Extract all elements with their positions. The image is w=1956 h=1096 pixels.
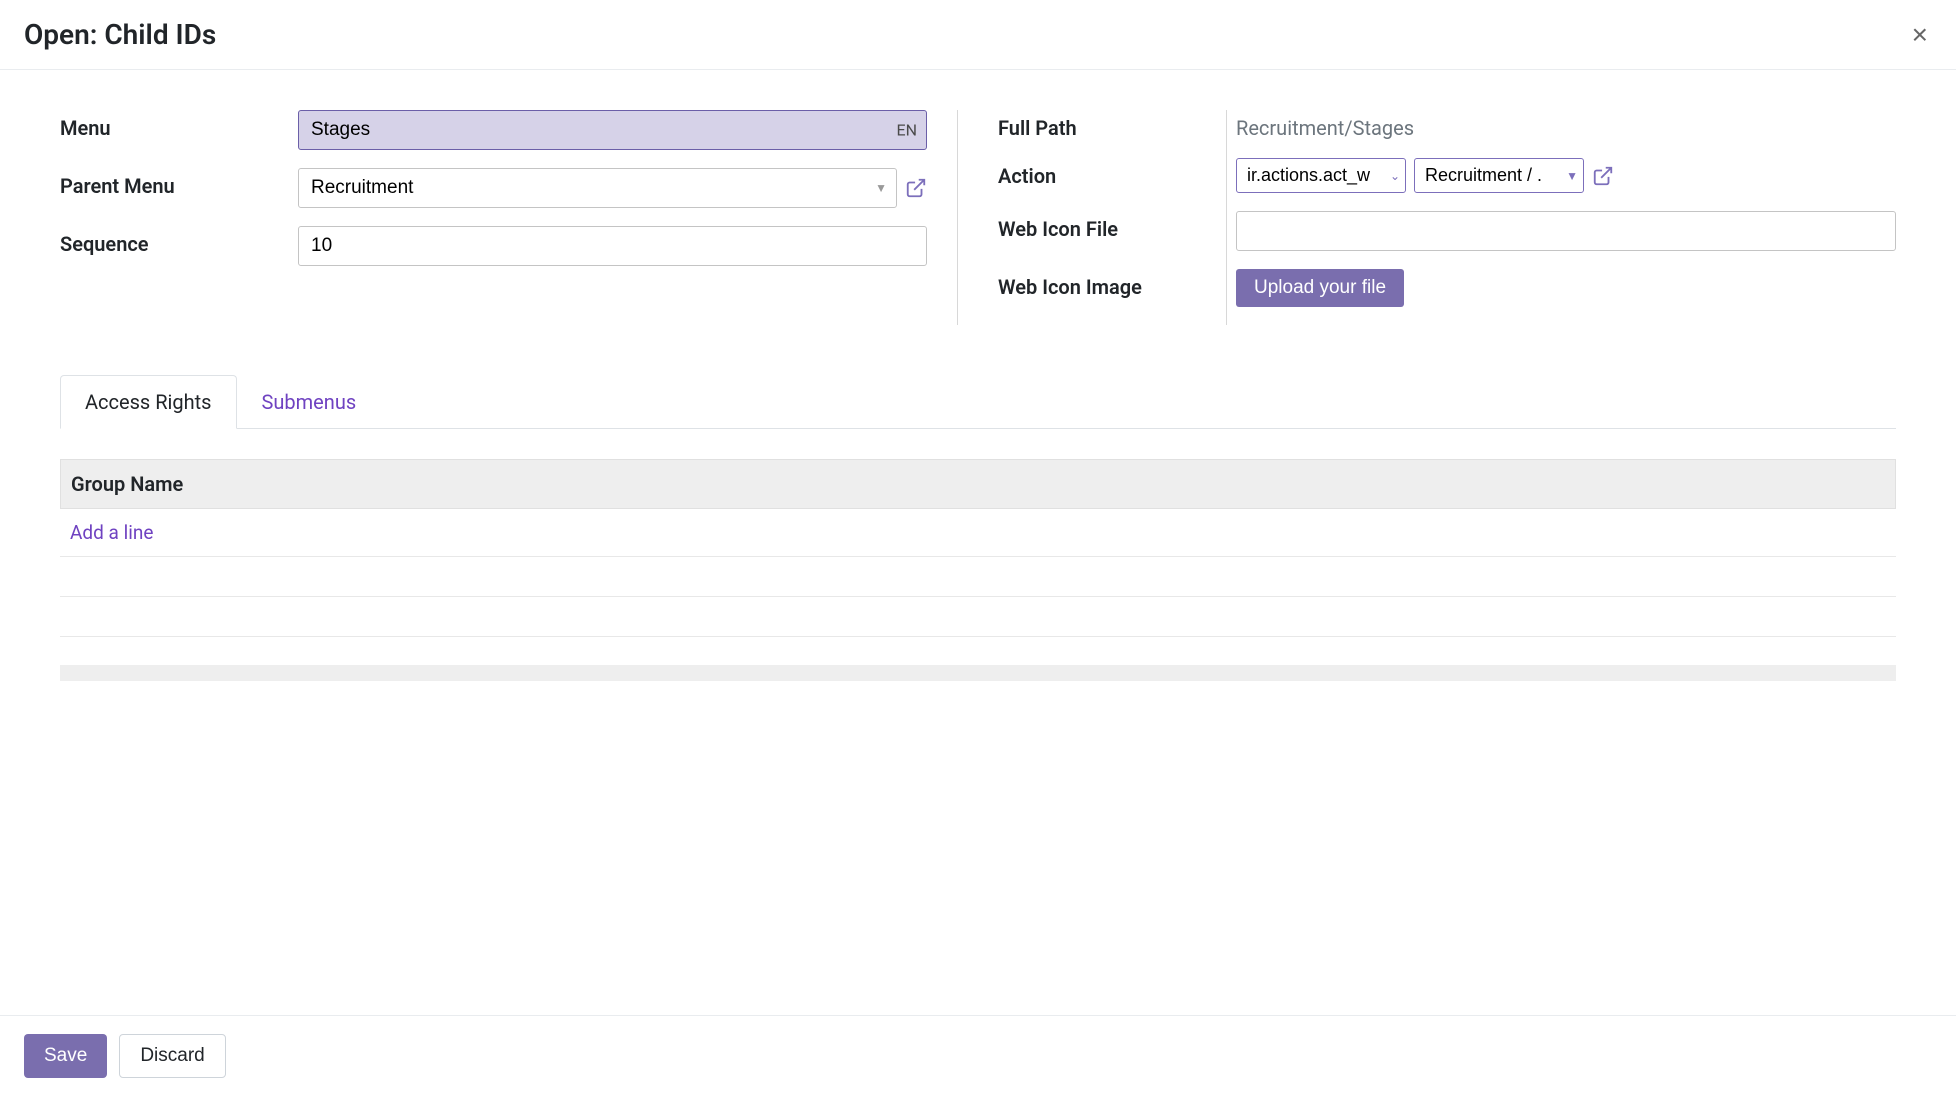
table-row — [60, 557, 1896, 597]
web-icon-image-label: Web Icon Image — [998, 269, 1236, 299]
action-type-select[interactable] — [1236, 158, 1406, 193]
divider — [1226, 110, 1227, 325]
web-icon-file-input[interactable] — [1236, 211, 1896, 251]
close-button[interactable]: × — [1908, 21, 1932, 49]
parent-menu-external-link[interactable] — [905, 177, 927, 199]
column-spacer — [1837, 472, 1885, 496]
action-value-select[interactable] — [1414, 158, 1584, 193]
tab-access-rights[interactable]: Access Rights — [60, 375, 237, 429]
action-external-link[interactable] — [1592, 165, 1614, 187]
full-path-value: Recruitment/Stages — [1236, 110, 1414, 140]
tabs: Access Rights Submenus — [60, 375, 1896, 429]
form-row-full-path: Full Path Recruitment/Stages — [998, 110, 1896, 140]
modal-title: Open: Child IDs — [24, 18, 216, 51]
menu-input[interactable] — [298, 110, 927, 150]
external-link-icon — [905, 177, 927, 199]
upload-file-button[interactable]: Upload your file — [1236, 269, 1404, 307]
modal-footer: Save Discard — [0, 1015, 1956, 1096]
table-row: Add a line — [60, 509, 1896, 557]
modal-body: Menu EN Parent Menu ▼ — [0, 70, 1956, 1015]
form-row-parent-menu: Parent Menu ▼ — [60, 168, 957, 208]
access-rights-table: Group Name Add a line — [60, 459, 1896, 681]
modal-dialog: Open: Child IDs × Menu EN Parent — [0, 0, 1956, 1096]
parent-menu-select[interactable] — [298, 168, 897, 208]
form-row-action: Action ⌄ ▼ — [998, 158, 1896, 193]
form-row-web-icon-image: Web Icon Image Upload your file — [998, 269, 1896, 307]
close-icon: × — [1912, 19, 1928, 50]
discard-button[interactable]: Discard — [119, 1034, 225, 1078]
column-header-group-name: Group Name — [71, 472, 1837, 496]
tab-submenus[interactable]: Submenus — [237, 375, 382, 429]
full-path-label: Full Path — [998, 110, 1236, 140]
table-footer-bar — [60, 665, 1896, 681]
form-row-menu: Menu EN — [60, 110, 957, 150]
menu-label: Menu — [60, 110, 298, 140]
save-button[interactable]: Save — [24, 1034, 107, 1078]
add-line-link[interactable]: Add a line — [70, 521, 153, 544]
web-icon-file-label: Web Icon File — [998, 211, 1236, 241]
form-grid: Menu EN Parent Menu ▼ — [60, 110, 1896, 325]
parent-menu-label: Parent Menu — [60, 168, 298, 198]
form-row-web-icon-file: Web Icon File — [998, 211, 1896, 251]
form-row-sequence: Sequence — [60, 226, 957, 266]
sequence-input[interactable] — [298, 226, 927, 266]
table-header: Group Name — [60, 459, 1896, 509]
form-column-right: Full Path Recruitment/Stages Action ⌄ — [998, 110, 1896, 325]
action-label: Action — [998, 158, 1236, 188]
sequence-label: Sequence — [60, 226, 298, 256]
form-column-left: Menu EN Parent Menu ▼ — [60, 110, 958, 325]
external-link-icon — [1592, 165, 1614, 187]
table-row — [60, 597, 1896, 637]
modal-header: Open: Child IDs × — [0, 0, 1956, 70]
